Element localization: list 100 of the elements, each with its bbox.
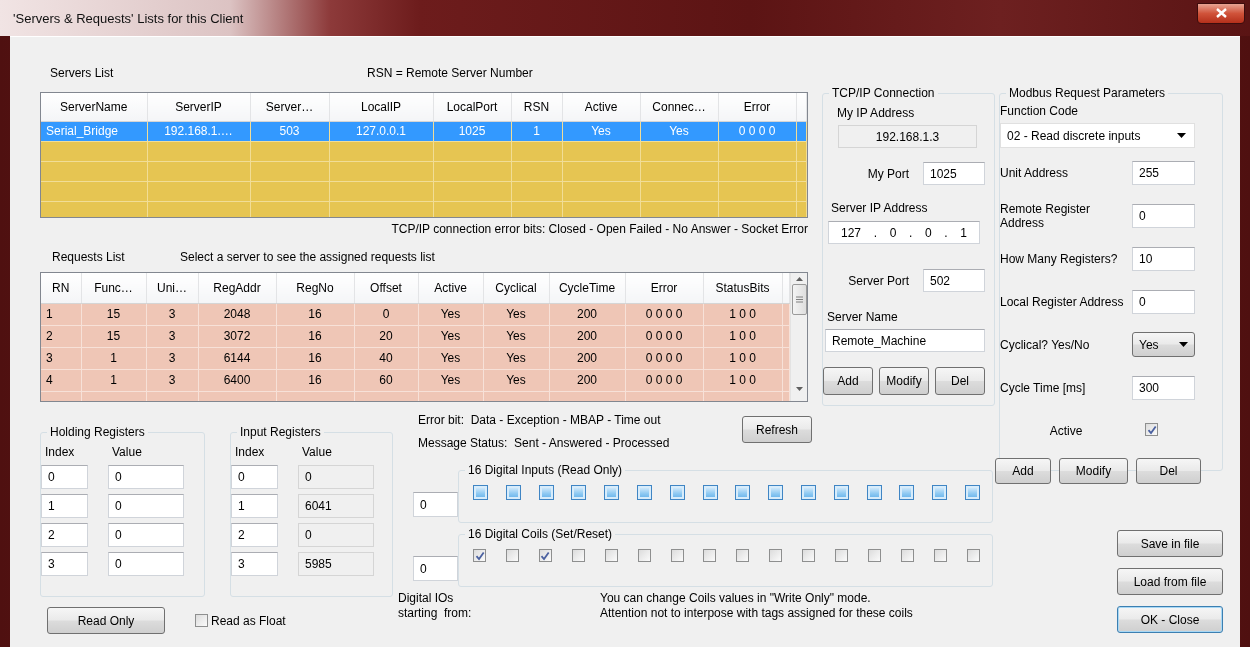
read-only-button[interactable]: Read Only bbox=[47, 607, 165, 634]
value-field[interactable]: 0 bbox=[298, 523, 374, 547]
column-header[interactable]: RSN bbox=[511, 93, 562, 121]
checkbox[interactable] bbox=[802, 549, 816, 562]
checkbox[interactable] bbox=[505, 549, 519, 562]
port-field[interactable]: 1025 bbox=[923, 162, 985, 185]
checkbox[interactable] bbox=[571, 549, 585, 562]
checkbox[interactable] bbox=[703, 549, 717, 562]
field-label: Function Code bbox=[1000, 104, 1080, 118]
index-field[interactable]: 1 bbox=[41, 494, 88, 518]
column-header[interactable]: RegNo bbox=[276, 273, 354, 303]
table-row[interactable]: 3 1 3 6144 16 40 Yes Yes 200 0 0 0 0 1 0 0 bbox=[41, 347, 790, 369]
checkbox[interactable] bbox=[933, 549, 947, 562]
table-cell: Yes bbox=[418, 303, 483, 325]
scroll-thumb[interactable] bbox=[791, 284, 807, 315]
checkbox[interactable] bbox=[769, 549, 783, 562]
tcp-button[interactable]: Del bbox=[935, 367, 985, 395]
text-field[interactable]: 300 bbox=[1132, 375, 1195, 400]
column-header[interactable]: CycleTime bbox=[549, 273, 625, 303]
file-button[interactable]: Load from file bbox=[1117, 568, 1223, 595]
file-button[interactable]: OK - Close bbox=[1117, 606, 1223, 633]
field-label: Cyclical? Yes/No bbox=[1000, 337, 1091, 352]
index-field[interactable]: 3 bbox=[231, 552, 278, 576]
checkbox[interactable] bbox=[736, 549, 750, 562]
column-header[interactable]: Active bbox=[562, 93, 640, 121]
value-field[interactable]: 0 bbox=[108, 523, 184, 547]
modbus-button[interactable]: Del bbox=[1136, 458, 1201, 484]
column-header[interactable]: Func… bbox=[81, 273, 146, 303]
value-field[interactable]: 0 bbox=[108, 552, 184, 576]
field-label: Remote Register Address bbox=[1000, 201, 1092, 230]
checkbox[interactable] bbox=[966, 549, 980, 562]
table-row[interactable]: 4 1 3 6400 16 60 Yes Yes 200 0 0 0 0 1 0 0 bbox=[41, 369, 790, 391]
name-field[interactable]: Remote_Machine bbox=[825, 329, 985, 352]
value-field[interactable]: 6041 bbox=[298, 494, 374, 518]
tcp-button[interactable]: Modify bbox=[879, 367, 929, 395]
table-cell: 3 bbox=[146, 303, 198, 325]
close-button[interactable] bbox=[1197, 2, 1245, 24]
table-cell: Yes bbox=[418, 325, 483, 347]
column-header[interactable]: Active bbox=[418, 273, 483, 303]
scroll-down-arrow-icon[interactable] bbox=[795, 387, 803, 391]
table-cell: Yes bbox=[418, 369, 483, 391]
caret-icon bbox=[1179, 342, 1188, 347]
column-header[interactable]: Error bbox=[625, 273, 703, 303]
start-field[interactable]: 0 bbox=[413, 556, 458, 581]
checkbox[interactable] bbox=[604, 549, 618, 562]
checkbox[interactable] bbox=[637, 549, 651, 562]
value-field[interactable]: 0 bbox=[108, 465, 184, 489]
column-header[interactable]: Offset bbox=[354, 273, 418, 303]
checkbox[interactable] bbox=[835, 549, 849, 562]
checkbox[interactable] bbox=[901, 549, 914, 562]
text-field[interactable]: 255 bbox=[1132, 160, 1195, 185]
index-field[interactable]: 0 bbox=[231, 465, 278, 489]
column-header[interactable]: LocalPort bbox=[433, 93, 511, 121]
value-field[interactable]: 0 bbox=[298, 465, 374, 489]
index-field[interactable]: 1 bbox=[231, 494, 278, 518]
function-code-dropdown[interactable]: 02 - Read discrete inputs bbox=[1000, 123, 1195, 148]
column-header[interactable]: Uni… bbox=[146, 273, 198, 303]
column-header[interactable]: Server… bbox=[250, 93, 329, 121]
text-field[interactable]: 0 bbox=[1132, 289, 1195, 314]
modbus-button[interactable]: Modify bbox=[1059, 458, 1128, 484]
index-field[interactable]: 2 bbox=[231, 523, 278, 547]
field-label: Cycle Time [ms] bbox=[1000, 380, 1087, 395]
column-header[interactable]: RN bbox=[41, 273, 81, 303]
table-cell: 1 0 0 bbox=[703, 303, 782, 325]
modbus-button[interactable]: Add bbox=[995, 458, 1051, 484]
column-header[interactable]: ServerIP bbox=[147, 93, 250, 121]
table-row[interactable]: 2 15 3 3072 16 20 Yes Yes 200 0 0 0 0 1 0 0 bbox=[41, 325, 790, 347]
index-field[interactable]: 3 bbox=[41, 552, 88, 576]
scrollbar[interactable] bbox=[790, 273, 807, 401]
dropdown[interactable]: Yes bbox=[1132, 332, 1195, 357]
column-header[interactable]: RegAddr bbox=[198, 273, 276, 303]
note-text: RSN = Remote Server Number bbox=[367, 66, 533, 80]
checkbox[interactable] bbox=[670, 549, 684, 562]
tcp-button[interactable]: Add bbox=[823, 367, 873, 395]
checkbox[interactable] bbox=[868, 549, 882, 562]
column-header[interactable]: LocalIP bbox=[329, 93, 433, 121]
checkbox[interactable] bbox=[1145, 423, 1158, 437]
value-field[interactable]: 5985 bbox=[298, 552, 374, 576]
column-header[interactable]: Connec… bbox=[640, 93, 718, 121]
index-field[interactable]: 2 bbox=[41, 523, 88, 547]
table-row[interactable]: 1 15 3 2048 16 0 Yes Yes 200 0 0 0 0 1 0 0 bbox=[41, 303, 790, 325]
value-field[interactable]: 0 bbox=[108, 494, 184, 518]
start-field[interactable]: 0 bbox=[413, 492, 458, 517]
file-button[interactable]: Save in file bbox=[1117, 530, 1223, 557]
table-cell: 40 bbox=[354, 347, 418, 369]
text-field[interactable]: 0 bbox=[1132, 203, 1195, 228]
column-header[interactable]: StatusBits bbox=[703, 273, 782, 303]
checkbox[interactable] bbox=[195, 614, 208, 627]
column-header[interactable]: Error bbox=[718, 93, 796, 121]
refresh-button[interactable]: Refresh bbox=[742, 416, 812, 443]
checkbox[interactable] bbox=[473, 549, 486, 562]
scroll-up-arrow-icon[interactable] bbox=[795, 277, 803, 281]
text-field[interactable]: 10 bbox=[1132, 246, 1195, 271]
table-cell: 1 0 0 bbox=[703, 369, 782, 391]
column-header[interactable]: ServerName bbox=[41, 93, 147, 121]
port-field[interactable]: 502 bbox=[923, 269, 985, 292]
index-field[interactable]: 0 bbox=[41, 465, 88, 489]
column-header[interactable]: Cyclical bbox=[483, 273, 549, 303]
checkbox[interactable] bbox=[538, 549, 552, 562]
ip-address-field[interactable]: 127 . 0 . 0 . 1 bbox=[828, 221, 980, 244]
